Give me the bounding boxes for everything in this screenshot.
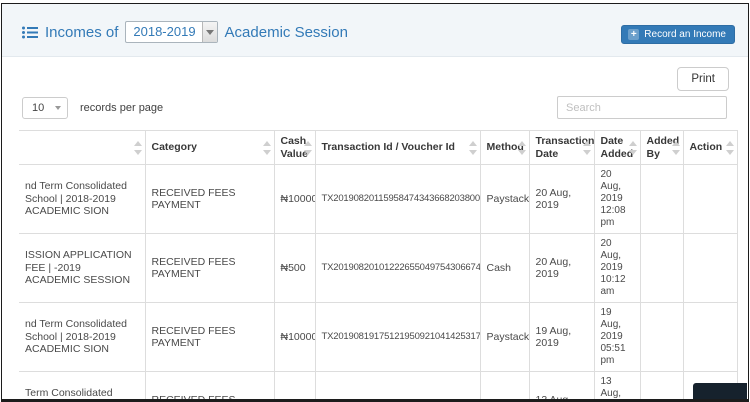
cell-category: RECEIVED FEES PAYMENT: [145, 372, 274, 402]
cell-action: [683, 234, 737, 303]
print-button[interactable]: Print: [677, 67, 729, 91]
sort-icon: [583, 141, 591, 155]
sort-icon: [469, 141, 477, 155]
table-header-row: Category Cash Value Transaction Id / Vouch…: [19, 131, 737, 165]
page-title: Incomes of 2018-2019 Academic Session: [22, 21, 348, 43]
cell-txid: TX2019082011595847434366820380089: [315, 165, 480, 234]
column-header-method[interactable]: Method: [480, 131, 529, 165]
income-table-wrap: Category Cash Value Transaction Id / Vouch…: [19, 130, 737, 402]
column-header-blank[interactable]: [19, 131, 145, 165]
cell-category: RECEIVED FEES PAYMENT: [145, 234, 274, 303]
cell-category: RECEIVED FEES PAYMENT: [145, 303, 274, 372]
record-income-button[interactable]: + Record an Income: [621, 25, 735, 44]
cell-desc: nd Term Consolidated School | 2018-2019 …: [19, 165, 145, 234]
table-row: nd Term Consolidated School | 2018-2019 …: [19, 165, 737, 234]
cell-category: RECEIVED FEES PAYMENT: [145, 165, 274, 234]
table-row: nd Term Consolidated School | 2018-2019 …: [19, 303, 737, 372]
sort-icon: [518, 141, 526, 155]
cell-cash: ₦500: [274, 234, 315, 303]
chevron-down-icon: [55, 106, 61, 110]
cell-dadded: 20 Aug, 2019 10:12 am: [594, 234, 640, 303]
table-row: ISSION APPLICATION FEE | -2019 ACADEMIC …: [19, 234, 737, 303]
column-header-transaction-id-voucher-id[interactable]: Transaction Id / Voucher Id: [315, 131, 480, 165]
cell-action: [683, 165, 737, 234]
column-header-label: Action: [690, 141, 723, 153]
pagesize-value: 10: [32, 102, 44, 114]
panel-heading: Incomes of 2018-2019 Academic Session + …: [2, 4, 748, 57]
cell-tdate: 19 Aug, 2019: [529, 303, 594, 372]
cell-method: Cash: [480, 234, 529, 303]
column-header-date-added[interactable]: Date Added: [594, 131, 640, 165]
sort-icon: [629, 141, 637, 155]
cell-tdate: 20 Aug, 2019: [529, 234, 594, 303]
cell-dadded: 20 Aug, 2019 12:08 pm: [594, 165, 640, 234]
session-select[interactable]: 2018-2019: [125, 21, 217, 43]
cell-action: [683, 303, 737, 372]
title-suffix: Academic Session: [225, 24, 348, 41]
cell-addedby: [640, 234, 683, 303]
search-input[interactable]: [557, 96, 727, 119]
title-prefix: Incomes of: [45, 24, 118, 41]
list-icon: [22, 26, 38, 39]
cell-method: Paystack: [480, 372, 529, 402]
table-row: Term Consolidated Fees | -2019 ACADEMIC …: [19, 372, 737, 402]
record-income-label: Record an Income: [644, 29, 726, 40]
cell-cash: ₦10000: [274, 165, 315, 234]
cell-txid: TX2019081917512195092104142531761: [315, 303, 480, 372]
cell-method: Paystack: [480, 303, 529, 372]
cell-addedby: [640, 372, 683, 402]
corner-widget[interactable]: [693, 383, 747, 399]
table-body: nd Term Consolidated School | 2018-2019 …: [19, 165, 737, 402]
cell-addedby: [640, 165, 683, 234]
column-header-category[interactable]: Category: [145, 131, 274, 165]
chevron-down-icon: [202, 22, 217, 42]
column-header-action[interactable]: Action: [683, 131, 737, 165]
column-header-label: Transaction Id / Voucher Id: [322, 141, 455, 153]
cell-cash: ₦20000: [274, 372, 315, 402]
session-select-value: 2018-2019: [126, 22, 201, 42]
cell-tdate: 20 Aug, 2019: [529, 165, 594, 234]
cell-method: Paystack: [480, 165, 529, 234]
window-frame: Incomes of 2018-2019 Academic Session + …: [1, 3, 749, 402]
sort-icon: [263, 141, 271, 155]
column-header-transaction-date[interactable]: Transaction Date: [529, 131, 594, 165]
column-header-cash-value[interactable]: Cash Value: [274, 131, 315, 165]
income-table: Category Cash Value Transaction Id / Vouch…: [19, 130, 738, 402]
plus-icon: +: [628, 29, 639, 40]
column-header-added-by[interactable]: Added By: [640, 131, 683, 165]
cell-dadded: 19 Aug, 2019 05:51 pm: [594, 303, 640, 372]
cell-tdate: 13 Aug, 2019: [529, 372, 594, 402]
sort-icon: [672, 141, 680, 155]
sort-icon: [304, 141, 312, 155]
cell-cash: ₦10000: [274, 303, 315, 372]
pagesize-control: 10 records per page: [22, 97, 163, 119]
pagesize-label: records per page: [80, 102, 163, 114]
cell-desc: Term Consolidated Fees | -2019 ACADEMIC …: [19, 372, 145, 402]
cell-txid: TX2019081306431133456660853698849: [315, 372, 480, 402]
cell-dadded: 13 Aug, 2019 06:43 am: [594, 372, 640, 402]
cell-addedby: [640, 303, 683, 372]
cell-desc: ISSION APPLICATION FEE | -2019 ACADEMIC …: [19, 234, 145, 303]
screen: Incomes of 2018-2019 Academic Session + …: [0, 0, 750, 402]
cell-desc: nd Term Consolidated School | 2018-2019 …: [19, 303, 145, 372]
column-header-label: Category: [152, 141, 198, 153]
pagesize-select[interactable]: 10: [22, 97, 68, 119]
sort-icon: [134, 141, 142, 155]
cell-txid: TX2019082010122265504975430667401: [315, 234, 480, 303]
sort-icon: [726, 141, 734, 155]
